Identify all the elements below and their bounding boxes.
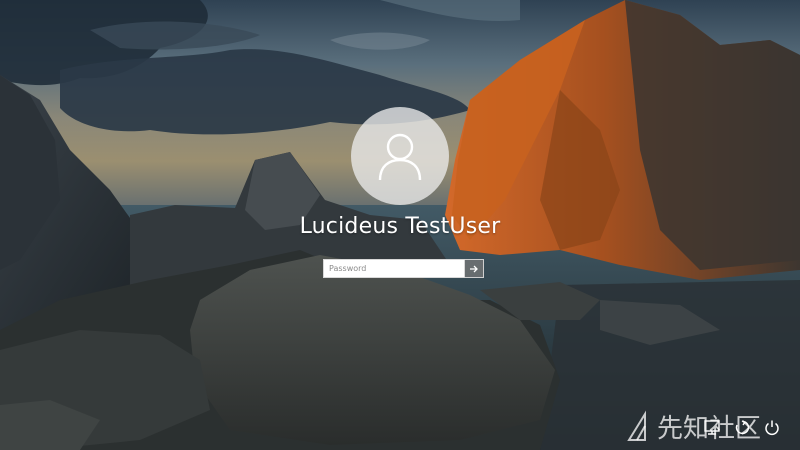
login-panel: Lucideus TestUser [0, 0, 800, 450]
ease-of-access-icon[interactable] [732, 418, 752, 438]
user-silhouette-icon [378, 133, 422, 181]
password-row [323, 259, 484, 278]
bottom-toolbar [702, 418, 782, 438]
arrow-right-icon [470, 265, 478, 272]
watermark-logo-icon [627, 409, 646, 441]
password-input[interactable] [323, 259, 465, 278]
user-name: Lucideus TestUser [299, 214, 501, 239]
submit-button[interactable] [465, 259, 484, 278]
user-avatar [351, 107, 449, 205]
network-icon[interactable] [702, 418, 722, 438]
power-icon[interactable] [762, 418, 782, 438]
